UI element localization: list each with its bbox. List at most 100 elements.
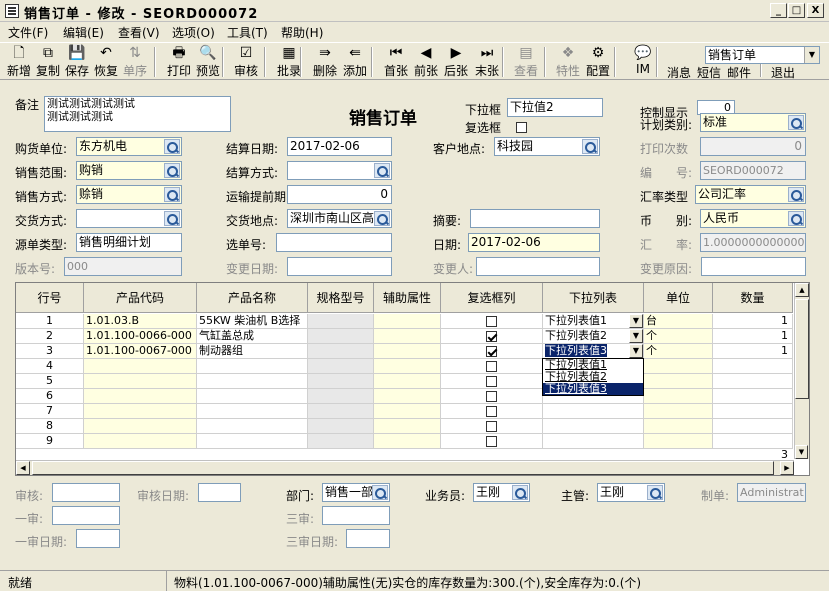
aux-attr-cell[interactable] [374, 314, 441, 329]
salesman-field[interactable]: 王刚 [473, 483, 530, 502]
打印-button[interactable]: 🖶 打印 [164, 45, 194, 79]
quantity-cell[interactable] [713, 434, 793, 449]
horizontal-scrollbar[interactable]: ◀ ▶ [16, 460, 794, 475]
checkbox-cell[interactable] [441, 314, 543, 329]
product-code-cell[interactable]: 1.01.03.B [84, 314, 197, 329]
quantity-cell[interactable] [713, 419, 793, 434]
复制-button[interactable]: ⧉ 复制 [33, 45, 63, 79]
dropdown-cell[interactable]: 下拉列表值3 ▼ [543, 344, 644, 359]
product-name-cell[interactable] [197, 404, 308, 419]
grid-dropdown-list[interactable]: 下拉列表值1 下拉列表值2 下拉列表值3 [542, 358, 644, 396]
column-header[interactable]: 辅助属性 [374, 283, 441, 313]
row-checkbox[interactable] [486, 331, 497, 342]
unit-cell[interactable] [644, 419, 713, 434]
product-code-cell[interactable] [84, 374, 197, 389]
lookup-icon[interactable] [647, 485, 663, 500]
quantity-cell[interactable] [713, 389, 793, 404]
row-checkbox[interactable] [486, 391, 497, 402]
预览-button[interactable]: 🔍 预览 [193, 45, 223, 79]
settle-method-field[interactable] [287, 161, 392, 180]
column-header[interactable]: 复选框列 [441, 283, 543, 313]
product-code-cell[interactable] [84, 419, 197, 434]
aux-attr-cell[interactable] [374, 389, 441, 404]
checkbox-cell[interactable] [441, 374, 543, 389]
row-checkbox[interactable] [486, 346, 497, 357]
unit-cell[interactable]: 个 [644, 329, 713, 344]
menu-file[interactable]: 文件(F) [8, 24, 48, 41]
chevron-down-icon[interactable]: ▼ [804, 47, 819, 63]
scroll-left-icon[interactable]: ◀ [16, 461, 30, 475]
spec-cell[interactable] [308, 329, 374, 344]
checkbox-cell[interactable] [441, 329, 543, 344]
首张-button[interactable]: ⏮ 首张 [381, 45, 411, 79]
checkbox-cell[interactable] [441, 434, 543, 449]
dropdown-cell[interactable]: 下拉列表值2 ▼ [543, 329, 644, 344]
menu-tools[interactable]: 工具(T) [227, 24, 268, 41]
lookup-icon[interactable] [512, 485, 528, 500]
buy-unit-field[interactable]: 东方机电 [76, 137, 182, 156]
date-field[interactable]: 2017-02-06 [468, 233, 600, 252]
column-header[interactable]: 下拉列表 [543, 283, 644, 313]
menu-view[interactable]: 查看(V) [118, 24, 160, 41]
quantity-cell[interactable]: 1 [713, 344, 793, 359]
row-checkbox[interactable] [486, 436, 497, 447]
添加-button[interactable]: ⇚ 添加 [340, 45, 370, 79]
minimize-button[interactable]: _ [770, 3, 787, 18]
quantity-cell[interactable] [713, 359, 793, 374]
line-items-grid[interactable]: 行号 产品代码 产品名称 规格型号 辅助属性 复选框列 下拉列表 单位 数量 1 1.01.03.B… [15, 282, 810, 476]
aux-attr-cell[interactable] [374, 404, 441, 419]
source-type-field[interactable]: 销售明细计划 [76, 233, 182, 252]
unit-cell[interactable]: 个 [644, 344, 713, 359]
查看-button[interactable]: ▤ 查看 [511, 45, 541, 79]
checkbox-cell[interactable] [441, 389, 543, 404]
product-code-cell[interactable] [84, 389, 197, 404]
lookup-icon[interactable] [164, 187, 180, 202]
column-header[interactable]: 单位 [644, 283, 713, 313]
lookup-icon[interactable] [788, 187, 804, 202]
sales-method-field[interactable]: 赊销 [76, 185, 182, 204]
spec-cell[interactable] [308, 419, 374, 434]
chevron-down-icon[interactable]: ▼ [629, 344, 643, 358]
unit-cell[interactable]: 台 [644, 314, 713, 329]
邮件-button[interactable]: 邮件 [724, 63, 754, 80]
aux-attr-cell[interactable] [374, 419, 441, 434]
quantity-cell[interactable] [713, 404, 793, 419]
product-code-cell[interactable] [84, 359, 197, 374]
短信-button[interactable]: 短信 [694, 63, 724, 80]
lookup-icon[interactable] [788, 211, 804, 226]
column-header[interactable]: 规格型号 [308, 283, 374, 313]
header-checkbox[interactable] [516, 121, 527, 133]
特性-button[interactable]: ❖ 特性 [553, 45, 583, 79]
cust-place-field[interactable]: 科技园 [494, 137, 600, 156]
column-header[interactable]: 产品名称 [197, 283, 308, 313]
spec-cell[interactable] [308, 374, 374, 389]
quantity-cell[interactable]: 1 [713, 314, 793, 329]
checkbox-cell[interactable] [441, 359, 543, 374]
lookup-icon[interactable] [788, 115, 804, 130]
close-button[interactable]: X [807, 3, 824, 18]
rate-type-field[interactable]: 公司汇率 [695, 185, 806, 204]
退出-button[interactable]: 退出 [768, 63, 798, 80]
product-name-cell[interactable]: 制动器组 [197, 344, 308, 359]
column-header[interactable]: 产品代码 [84, 283, 197, 313]
scroll-h-thumb[interactable] [32, 461, 774, 475]
summary-field[interactable] [470, 209, 600, 228]
lookup-icon[interactable] [164, 211, 180, 226]
aux-attr-cell[interactable] [374, 374, 441, 389]
新增-button[interactable]: 🗋 新增 [4, 45, 34, 79]
product-name-cell[interactable] [197, 374, 308, 389]
aux-attr-cell[interactable] [374, 434, 441, 449]
checkbox-cell[interactable] [441, 344, 543, 359]
前张-button[interactable]: ◀ 前张 [411, 45, 441, 79]
maximize-button[interactable]: □ [788, 3, 805, 18]
remark-field[interactable]: 测试测试测试测试 测试测试测试 [44, 96, 231, 132]
消息-button[interactable]: ✉消息 [664, 63, 694, 80]
quantity-cell[interactable] [713, 374, 793, 389]
dropdown-cell[interactable] [543, 404, 644, 419]
select-no-field[interactable] [276, 233, 392, 252]
menu-help[interactable]: 帮助(H) [281, 24, 323, 41]
dropdown-cell[interactable] [543, 434, 644, 449]
plan-type-field[interactable]: 标准 [700, 113, 806, 132]
aux-attr-cell[interactable] [374, 329, 441, 344]
checkbox-cell[interactable] [441, 404, 543, 419]
